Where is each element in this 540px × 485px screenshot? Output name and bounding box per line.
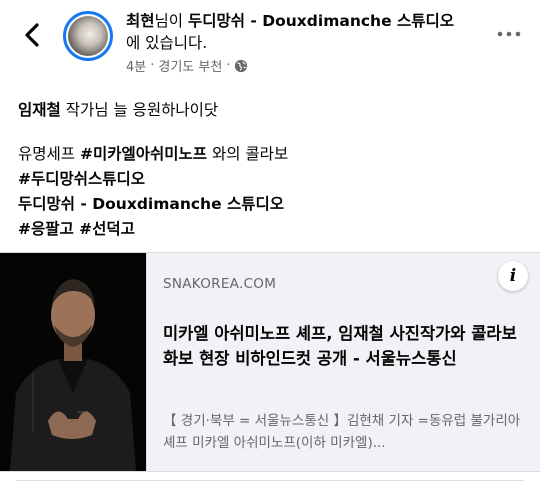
post-location[interactable]: 경기도 부천 <box>158 56 222 75</box>
link-domain: SNAKOREA.COM <box>163 276 277 292</box>
chef-photo <box>0 253 146 471</box>
hashtags-line[interactable]: #응팔고 #선덕고 <box>18 217 528 242</box>
post-line-2: 유명세프 #미카엘아쉬미노프 와의 콜라보 <box>18 142 528 167</box>
hashtag-studio[interactable]: #두디망쉬스튜디오 <box>18 167 528 192</box>
link-preview-info[interactable]: SNAKOREA.COM 미카엘 아쉬미노프 셰프, 임재철 사진작가와 콜라보… <box>146 253 540 471</box>
globe-icon <box>235 59 248 72</box>
tagged-person[interactable]: 임재철 <box>18 101 61 119</box>
post-header: 최현님이 두디망쉬 - Douxdimanche 스튜디오 에 있습니다. 4분… <box>0 0 540 82</box>
link-title[interactable]: 미카엘 아쉬미노프 셰프, 임재철 사진작가와 콜라보 화보 현장 비하인드컷 … <box>163 321 529 371</box>
meta-separator: · <box>150 58 155 73</box>
post-line-2-rest: 와의 콜라보 <box>207 145 289 163</box>
meta-separator-2: · <box>226 58 231 73</box>
link-description: 【 경기·북부 = 서울뉴스통신 】김현채 기자 =동유럽 불가리아 셰프 미카… <box>163 413 521 451</box>
author-avatar[interactable] <box>63 11 113 61</box>
divider <box>16 480 524 481</box>
post-line-2-text: 유명세프 <box>18 145 80 163</box>
post-meta: 4분 · 경기도 부천 · <box>126 56 248 75</box>
post-line-1-text: 작가님 늘 응원하나이닷 <box>60 101 219 119</box>
post-body: 임재철 작가님 늘 응원하나이닷 유명세프 #미카엘아쉬미노프 와의 콜라보 #… <box>18 98 528 242</box>
post-line-1: 임재철 작가님 늘 응원하나이닷 <box>18 98 528 123</box>
header-connector: 님이 <box>154 12 188 30</box>
hashtag-link[interactable]: #미카엘아쉬미노프 <box>80 145 207 163</box>
author-name[interactable]: 최현 <box>126 12 155 30</box>
link-preview-image[interactable] <box>0 253 146 471</box>
more-options-icon[interactable] <box>496 26 522 42</box>
post-time[interactable]: 4분 <box>126 56 146 75</box>
info-icon[interactable]: i <box>498 261 528 291</box>
page-mention[interactable]: 두디망쉬 - Douxdimanche 스튜디오 <box>18 192 528 217</box>
link-preview-card[interactable]: SNAKOREA.COM 미카엘 아쉬미노프 셰프, 임재철 사진작가와 콜라보… <box>0 252 540 472</box>
post-header-text: 최현님이 두디망쉬 - Douxdimanche 스튜디오 에 있습니다. <box>126 10 486 54</box>
back-arrow-icon[interactable] <box>18 20 48 50</box>
header-suffix: 에 있습니다. <box>126 34 208 52</box>
checkin-place[interactable]: 두디망쉬 - Douxdimanche 스튜디오 <box>188 12 454 30</box>
